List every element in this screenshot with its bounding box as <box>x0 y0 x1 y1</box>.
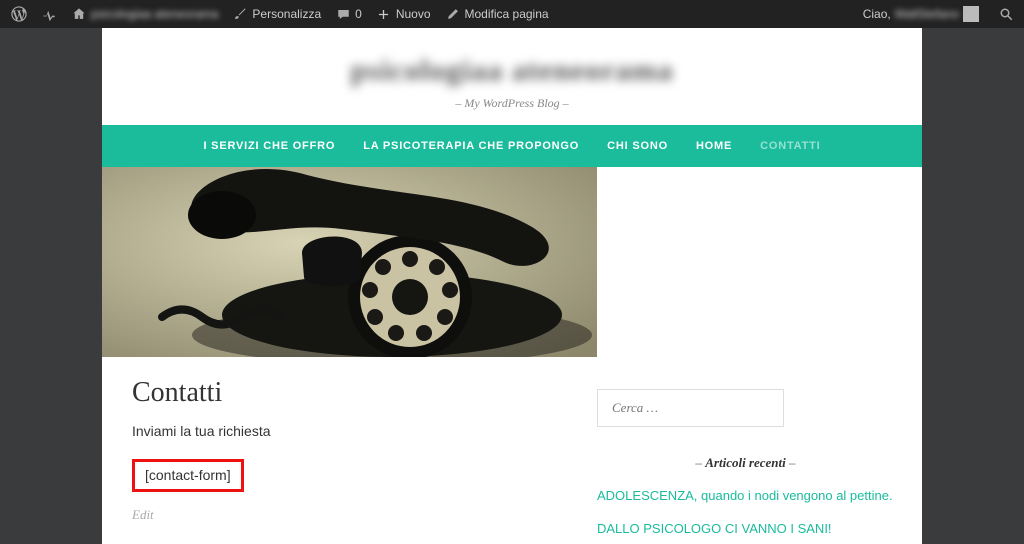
entry: Contatti Inviami la tua richiesta [conta… <box>102 353 597 534</box>
edit-page-label: Modifica pagina <box>465 7 549 21</box>
page-shell: psicologiaa ateneorama – My WordPress Bl… <box>0 28 1024 544</box>
new-content-link[interactable]: Nuovo <box>369 0 438 28</box>
sidebar: – Articoli recenti – ADOLESCENZA, quando… <box>597 167 922 544</box>
search-input[interactable] <box>597 389 784 427</box>
site-name-link[interactable]: psicologiaa ateneorama <box>64 0 225 28</box>
wordpress-icon <box>11 6 27 22</box>
comments-link[interactable]: 0 <box>328 0 369 28</box>
site-name-text: psicologiaa ateneorama <box>91 7 218 21</box>
site: psicologiaa ateneorama – My WordPress Bl… <box>102 28 922 544</box>
contact-form-shortcode: [contact-form] <box>132 459 244 492</box>
nav-item-servizi[interactable]: I SERVIZI CHE OFFRO <box>203 140 335 152</box>
new-label: Nuovo <box>396 7 431 21</box>
dashboard-link[interactable] <box>34 0 64 28</box>
featured-image <box>102 167 597 357</box>
wp-admin-bar: psicologiaa ateneorama Personalizza 0 Nu… <box>0 0 1024 28</box>
site-header: psicologiaa ateneorama – My WordPress Bl… <box>102 28 922 125</box>
recent-post-link[interactable]: ADOLESCENZA, quando i nodi vengono al pe… <box>597 487 894 506</box>
pencil-icon <box>445 6 461 22</box>
plus-icon <box>376 6 392 22</box>
username-text: WallStefano <box>895 7 959 21</box>
gauge-icon <box>41 6 57 22</box>
nav-item-contatti[interactable]: CONTATTI <box>760 140 820 152</box>
site-tagline: – My WordPress Blog – <box>102 96 922 111</box>
customize-link[interactable]: Personalizza <box>225 0 328 28</box>
greeting-text: Ciao, <box>863 7 891 21</box>
home-icon <box>71 6 87 22</box>
search-toggle[interactable] <box>994 0 1018 28</box>
main-column: Contatti Inviami la tua richiesta [conta… <box>102 167 597 534</box>
nav-item-chi-sono[interactable]: CHI SONO <box>607 140 668 152</box>
phone-icon <box>102 167 597 357</box>
nav-item-home[interactable]: HOME <box>696 140 732 152</box>
wp-logo[interactable] <box>4 0 34 28</box>
primary-nav: I SERVIZI CHE OFFRO LA PSICOTERAPIA CHE … <box>102 125 922 167</box>
comment-icon <box>335 6 351 22</box>
page-title: Contatti <box>132 377 567 409</box>
search-icon <box>998 6 1014 22</box>
edit-page-link[interactable]: Modifica pagina <box>438 0 556 28</box>
site-title[interactable]: psicologiaa ateneorama <box>102 54 922 88</box>
nav-item-psicoterapia[interactable]: LA PSICOTERAPIA CHE PROPONGO <box>363 140 579 152</box>
recent-posts-title: – Articoli recenti – <box>597 455 894 471</box>
tagline-text: My WordPress Blog <box>464 96 559 110</box>
recent-post-link[interactable]: DALLO PSICOLOGO CI VANNO I SANI! <box>597 520 894 539</box>
customize-label: Personalizza <box>252 7 321 21</box>
edit-link[interactable]: Edit <box>132 507 154 522</box>
comments-count: 0 <box>355 7 362 21</box>
recent-posts-title-text: Articoli recenti <box>705 455 786 470</box>
brush-icon <box>232 6 248 22</box>
account-link[interactable]: Ciao, WallStefano <box>856 0 986 28</box>
entry-intro: Inviami la tua richiesta <box>132 423 567 439</box>
avatar <box>963 6 979 22</box>
